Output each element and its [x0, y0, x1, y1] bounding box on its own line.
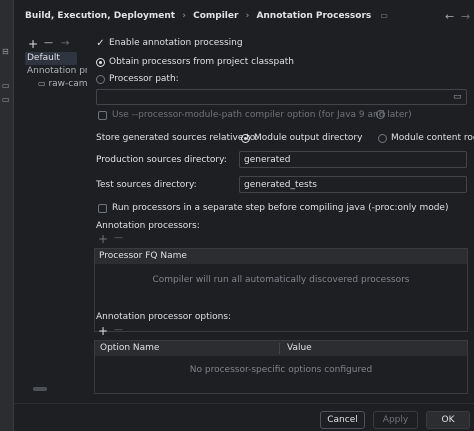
rail-page-icon[interactable]: ▭ [2, 82, 10, 90]
profile-default[interactable]: Default [25, 52, 77, 65]
remove-icon[interactable]: — [44, 38, 53, 48]
cancel-button[interactable]: Cancel [320, 411, 365, 429]
profile-annotation[interactable]: Annotation profi [27, 66, 87, 76]
folder-icon: ▭ [38, 79, 46, 88]
path-radio[interactable] [96, 75, 105, 84]
obtain-radio[interactable] [96, 58, 105, 67]
production-label: Production sources directory: [96, 155, 227, 165]
breadcrumb-item[interactable]: Build, Execution, Deployment [25, 11, 175, 21]
column-header[interactable]: Option Name [100, 341, 159, 356]
column-header[interactable]: Processor FQ Name [99, 251, 187, 261]
add-icon[interactable]: + [98, 324, 108, 338]
breadcrumb-separator: › [245, 11, 250, 21]
enable-label: Enable annotation processing [109, 38, 243, 48]
test-value: generated_tests [244, 180, 317, 190]
help-icon[interactable]: ? [376, 110, 385, 119]
separate-step-checkbox[interactable] [98, 204, 107, 213]
production-input[interactable]: generated [239, 151, 467, 168]
separate-step-label: Run processors in a separate step before… [112, 203, 449, 213]
remove-icon[interactable]: — [114, 325, 123, 335]
options-table-header: Option Name Value [95, 341, 467, 356]
column-header[interactable]: Value [287, 341, 312, 356]
back-arrow-icon[interactable]: ← [445, 11, 454, 22]
options-section-label: Annotation processor options: [96, 312, 232, 322]
move-to-icon[interactable]: → [61, 38, 69, 49]
breadcrumb: Build, Execution, Deployment › Compiler … [25, 11, 388, 21]
test-input[interactable]: generated_tests [239, 176, 467, 193]
module-path-label: Use --processor-module-path compiler opt… [112, 110, 412, 120]
cancel-label: Cancel [327, 415, 358, 425]
profiles-panel [24, 36, 90, 402]
column-divider [279, 343, 280, 354]
ok-label: OK [441, 415, 455, 425]
test-label: Test sources directory: [96, 180, 197, 190]
remove-icon[interactable]: — [114, 233, 123, 243]
processors-table-header: Processor FQ Name [95, 249, 467, 264]
module-label: raw-camer [48, 79, 88, 89]
production-value: generated [244, 155, 291, 165]
enable-checkbox[interactable]: ✓ [96, 39, 105, 49]
store-label: Store generated sources relative to: [96, 133, 259, 143]
module-output-radio[interactable] [241, 134, 250, 143]
apply-button[interactable]: Apply [373, 411, 418, 429]
module-content-radio[interactable] [378, 134, 387, 143]
footer-divider [14, 403, 474, 404]
module-output-label: Module output directory [254, 133, 363, 143]
breadcrumb-item[interactable]: Compiler [193, 11, 238, 21]
module-item[interactable]: ▭ raw-camer [38, 79, 88, 89]
apply-label: Apply [382, 415, 409, 425]
add-icon[interactable]: + [98, 232, 108, 246]
add-icon[interactable]: + [28, 37, 38, 51]
obtain-label: Obtain processors from project classpath [109, 57, 294, 67]
tree-scrollbar[interactable] [33, 387, 47, 391]
options-empty-text: No processor-specific options configured [189, 365, 373, 375]
module-path-checkbox[interactable] [98, 111, 107, 120]
left-rail [0, 0, 14, 431]
folder-icon[interactable]: ▭ [453, 92, 462, 102]
processor-path-field[interactable] [96, 89, 467, 105]
rail-page-icon[interactable]: ▭ [2, 96, 10, 104]
ok-button[interactable]: OK [426, 411, 470, 429]
processors-empty-text: Compiler will run all automatically disc… [152, 275, 410, 285]
breadcrumb-separator: › [182, 11, 186, 21]
profile-label: Default [27, 53, 60, 63]
path-label: Processor path: [109, 74, 179, 84]
processors-section-label: Annotation processors: [96, 221, 200, 231]
rail-collapse-icon[interactable]: ⊟ [2, 48, 9, 56]
page-settings-icon[interactable]: ▭ [380, 11, 388, 20]
module-content-label: Module content root [391, 133, 474, 143]
profile-label: Annotation profi [27, 66, 87, 76]
forward-arrow-icon[interactable]: → [461, 11, 470, 22]
breadcrumb-item[interactable]: Annotation Processors [256, 11, 371, 21]
